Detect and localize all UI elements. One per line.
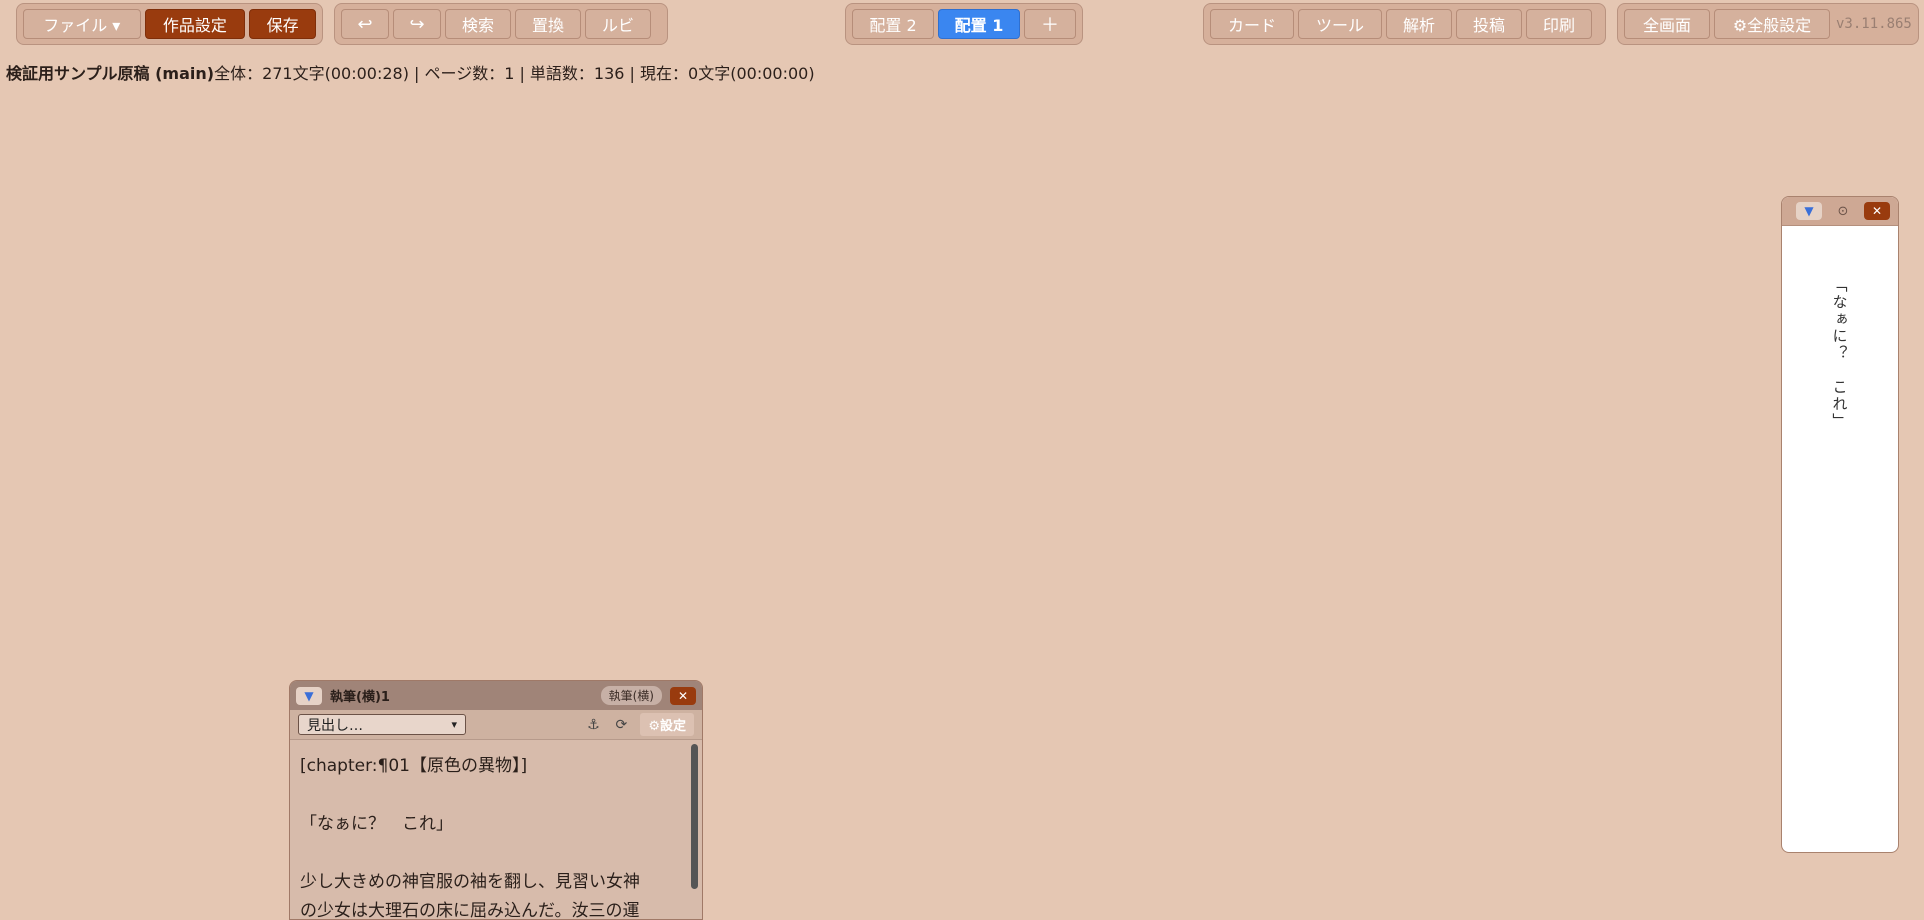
work-settings-button[interactable]: 作品設定 xyxy=(144,9,246,39)
editor-toolbar: 見出し… ▾ ⚓ ⟳ ⚙設定 xyxy=(290,710,702,740)
editor-scrollbar[interactable] xyxy=(691,744,698,889)
file-menu-button[interactable]: ファイル ▾ xyxy=(23,9,141,39)
edit-group: ↩ ↪ 検索 置換 ルビ xyxy=(334,3,668,45)
heading-select-value: 見出し… xyxy=(307,717,363,734)
preview-text-area: 「なぁに？ これ」 xyxy=(1782,277,1898,430)
add-layout-button[interactable]: ＋ xyxy=(1024,9,1076,39)
target-icon[interactable]: ⊙ xyxy=(1830,202,1856,220)
post-button[interactable]: 投稿 xyxy=(1456,9,1522,39)
mode-badge[interactable]: 執筆(横) xyxy=(600,686,662,705)
text-line: 少し大きめの神官服の袖を翻し、見習い女神 xyxy=(300,872,640,892)
anchor-icon[interactable]: ⚓ xyxy=(584,717,602,733)
replace-button[interactable]: 置換 xyxy=(515,9,581,39)
text-line xyxy=(300,839,692,868)
close-icon[interactable]: ✕ xyxy=(1864,202,1890,220)
document-stats: 全体：271文字(00:00:28) | ページ数：1 | 単語数：136 | … xyxy=(214,64,815,83)
save-button[interactable]: 保存 xyxy=(249,9,316,39)
preview-titlebar: ▼ ⊙ ✕ xyxy=(1782,197,1898,226)
text-line: の少女は大理石の床に屈み込んだ。汝三の運 xyxy=(300,901,640,920)
layout-group: 配置 2 配置 1 ＋ xyxy=(845,3,1083,45)
layout-2-tab[interactable]: 配置 2 xyxy=(852,9,934,39)
editor-textarea[interactable]: [chapter:¶01【原色の異物】] 「なぁに？ これ」 少し大きめの神官服… xyxy=(290,740,702,920)
text-line: 「なぁに？ これ」 xyxy=(300,814,453,834)
vertical-preview-panel: ▼ ⊙ ✕ 「なぁに？ これ」 xyxy=(1781,196,1899,853)
analysis-button[interactable]: 解析 xyxy=(1386,9,1452,39)
editor-panel: ▼ 執筆(横)1 執筆(横) ✕ 見出し… ▾ ⚓ ⟳ ⚙設定 [chapter… xyxy=(289,680,703,920)
tools-group: カード ツール 解析 投稿 印刷 xyxy=(1203,3,1606,45)
preview-text: 「なぁに？ これ」 xyxy=(1830,277,1849,430)
file-group: ファイル ▾ 作品設定 保存 xyxy=(16,3,323,45)
editor-settings-button[interactable]: ⚙設定 xyxy=(640,713,694,736)
chevron-down-icon: ▾ xyxy=(451,718,457,731)
search-button[interactable]: 検索 xyxy=(445,9,511,39)
text-line: [chapter:¶01【原色の異物】] xyxy=(300,756,528,776)
fullscreen-button[interactable]: 全画面 xyxy=(1624,9,1710,39)
redo-icon[interactable]: ↪ xyxy=(393,9,441,39)
heading-select[interactable]: 見出し… ▾ xyxy=(298,714,466,735)
collapse-icon[interactable]: ▼ xyxy=(1796,202,1822,220)
print-button[interactable]: 印刷 xyxy=(1526,9,1592,39)
document-title: 検証用サンプル原稿 (main) xyxy=(6,64,215,83)
general-settings-button[interactable]: ⚙全般設定 xyxy=(1714,9,1830,39)
tools-button[interactable]: ツール xyxy=(1298,9,1382,39)
close-icon[interactable]: ✕ xyxy=(670,686,696,705)
status-line: 検証用サンプル原稿 (main)全体：271文字(00:00:28) | ページ… xyxy=(6,60,815,84)
collapse-icon[interactable]: ▼ xyxy=(296,686,322,705)
card-button[interactable]: カード xyxy=(1210,9,1294,39)
view-group: 全画面 ⚙全般設定 v3.11.865 xyxy=(1617,3,1919,45)
ruby-button[interactable]: ルビ xyxy=(585,9,651,39)
editor-title: 執筆(横)1 xyxy=(330,690,390,705)
version-label: v3.11.865 xyxy=(1836,16,1912,32)
refresh-icon[interactable]: ⟳ xyxy=(612,717,630,733)
text-line xyxy=(300,781,692,810)
undo-icon[interactable]: ↩ xyxy=(341,9,389,39)
layout-1-tab[interactable]: 配置 1 xyxy=(938,9,1020,39)
editor-titlebar[interactable]: ▼ 執筆(横)1 執筆(横) ✕ xyxy=(290,681,702,710)
